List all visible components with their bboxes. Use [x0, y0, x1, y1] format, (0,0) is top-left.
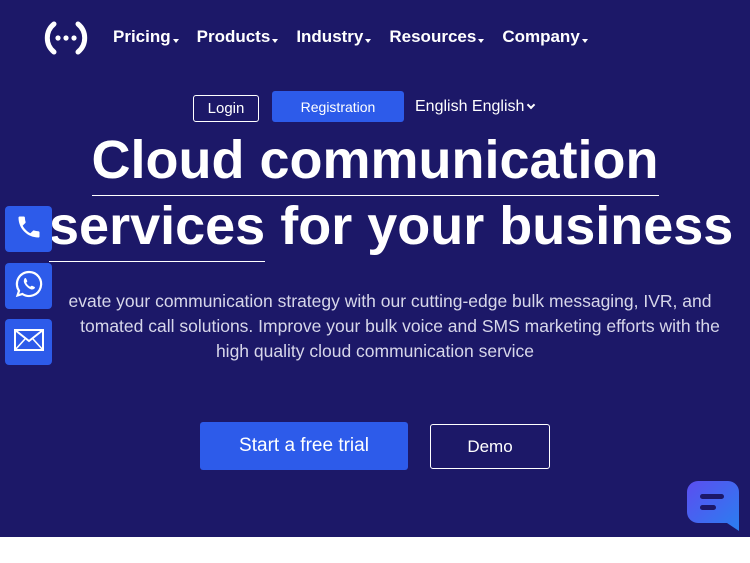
phone-icon [15, 213, 43, 246]
nav-item-products[interactable]: Products [197, 27, 279, 47]
hero-title-line2: services for your business [49, 196, 734, 262]
caret-down-icon [478, 39, 485, 43]
whatsapp-icon [14, 269, 44, 304]
whatsapp-contact-button[interactable] [5, 263, 52, 309]
login-button[interactable]: Login [193, 95, 259, 122]
hero-title-underlined-word: services [49, 196, 266, 262]
description-line: tomated call solutions. Improve your bul… [80, 316, 720, 336]
hero-section: Pricing Products Industry Resources Comp… [0, 0, 750, 537]
nav-item-label: Company [502, 27, 580, 46]
nav-item-resources[interactable]: Resources [389, 27, 485, 47]
start-free-trial-button[interactable]: Start a free trial [200, 422, 408, 470]
caret-down-icon [272, 39, 279, 43]
language-selector[interactable]: English English [415, 98, 536, 116]
mail-contact-button[interactable] [5, 319, 52, 365]
phone-contact-button[interactable] [5, 206, 52, 252]
nav-item-pricing[interactable]: Pricing [113, 27, 179, 47]
chevron-down-icon [527, 100, 536, 110]
description-line: evate your communication strategy with o… [68, 291, 712, 311]
chat-widget-button[interactable] [686, 480, 740, 532]
caret-down-icon [365, 39, 372, 43]
chat-bubble-icon [686, 481, 740, 536]
caret-down-icon [172, 39, 179, 43]
hero-title-line1: Cloud communication [0, 130, 750, 196]
hero-description: evate your communication strategy with o… [0, 289, 750, 364]
registration-button[interactable]: Registration [272, 91, 404, 122]
mail-icon [13, 328, 45, 357]
demo-button[interactable]: Demo [430, 424, 550, 469]
hero-title-rest: for your business [265, 196, 734, 256]
description-line: high quality cloud communication service [215, 341, 535, 361]
language-label: English English [415, 98, 525, 115]
nav-item-industry[interactable]: Industry [296, 27, 372, 47]
brand-logo-icon[interactable] [40, 18, 92, 58]
caret-down-icon [581, 39, 588, 43]
nav-item-label: Industry [296, 27, 364, 46]
nav-item-label: Pricing [113, 27, 171, 46]
nav-item-label: Resources [389, 27, 477, 46]
main-nav: Pricing Products Industry Resources Comp… [113, 27, 606, 47]
nav-item-company[interactable]: Company [502, 27, 588, 47]
hero-title-text: Cloud communication [91, 130, 659, 196]
nav-item-label: Products [196, 27, 271, 46]
